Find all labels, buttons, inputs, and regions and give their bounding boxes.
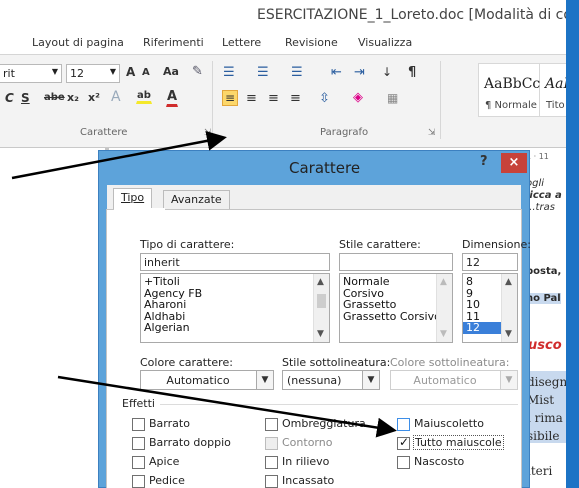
arrow-to-font-launcher <box>11 130 227 180</box>
word-window: ESERCITAZIONE_1_Loreto.doc [Modalità di … <box>0 0 579 488</box>
annotation-arrows <box>11 130 397 438</box>
arrow-to-tutto-maiuscole <box>57 375 397 438</box>
